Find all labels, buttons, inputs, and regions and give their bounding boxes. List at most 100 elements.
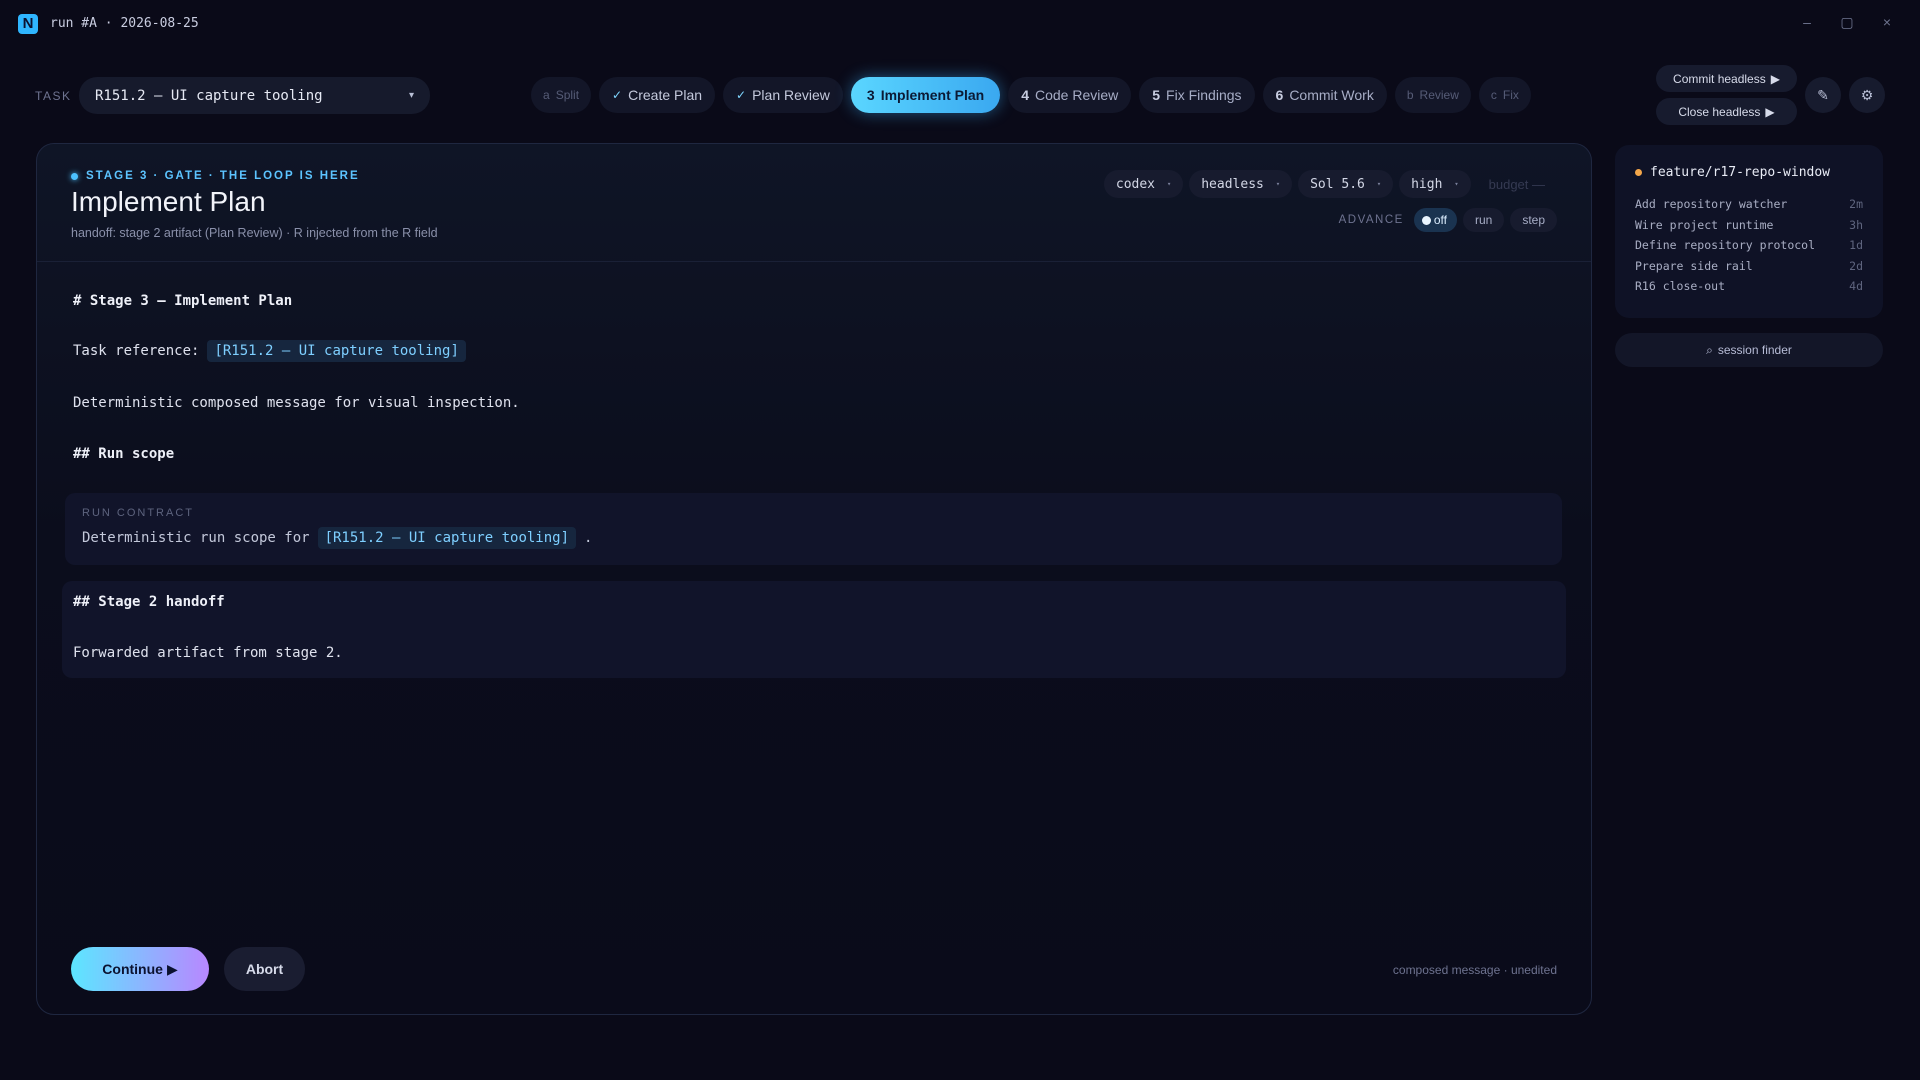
run-selectors: codex ▾ headless ▾ Sol 5.6 ▾ high ▾ budg… — [1103, 170, 1557, 198]
branch-name[interactable]: feature/r17-repo-window — [1635, 165, 1830, 180]
chevron-down-icon: ▾ — [1376, 180, 1382, 188]
play-icon: ▶ — [1765, 104, 1775, 119]
stage-number: 4 — [1021, 87, 1029, 103]
chevron-down-icon: ▾ — [1454, 180, 1459, 188]
app-logo-icon: N — [18, 14, 38, 34]
close-headless-button[interactable]: Close headless ▶ — [1656, 98, 1797, 125]
task-select-value: R151.2 — UI capture tooling — [95, 87, 323, 104]
toggle-knob-icon — [1421, 215, 1431, 225]
commit-headless-label: Commit headless — [1673, 71, 1766, 86]
advance-label: ADVANCE — [1338, 214, 1404, 226]
stage-label: Fix — [1502, 88, 1519, 102]
task-label: TASK — [35, 89, 72, 103]
commit-list: Add repository watcher 2m Wire project r… — [1635, 197, 1863, 300]
commit-row[interactable]: Wire project runtime 3h — [1635, 218, 1863, 239]
task-reference-label: Task reference: — [73, 343, 200, 359]
stage-key: b — [1406, 88, 1414, 102]
continue-label: Continue — [102, 961, 163, 977]
stage-tab-implement-plan[interactable]: 3 Implement Plan — [850, 77, 1001, 113]
run-contract-prefix: Deterministic run scope for — [82, 530, 310, 546]
commit-headless-button[interactable]: Commit headless ▶ — [1656, 65, 1797, 92]
stage-tab-fix[interactable]: c Fix — [1478, 77, 1531, 113]
message-description: Deterministic composed message for visua… — [73, 395, 520, 411]
task-reference: Task reference: [R151.2 — UI capture too… — [73, 340, 466, 362]
model-select[interactable]: Sol 5.6 ▾ — [1298, 170, 1394, 198]
commit-row[interactable]: Prepare side rail 2d — [1635, 259, 1863, 280]
window-controls: – ▢ × — [1800, 14, 1894, 31]
stage-label: Split — [555, 88, 580, 102]
advance-toggle-group: ADVANCE off run step — [1339, 208, 1557, 232]
pencil-icon: ✎ — [1817, 86, 1829, 103]
play-icon: ▶ — [166, 960, 178, 977]
run-contract-text: Deterministic run scope for [R151.2 — UI… — [82, 527, 592, 549]
advance-off-toggle[interactable]: off — [1413, 208, 1457, 232]
advance-run-option[interactable]: run — [1462, 208, 1505, 232]
agent-select[interactable]: codex ▾ — [1103, 170, 1184, 198]
minimize-icon[interactable]: – — [1800, 14, 1814, 31]
commit-row[interactable]: Define repository protocol 1d — [1635, 238, 1863, 259]
close-headless-label: Close headless — [1678, 104, 1761, 119]
budget-select[interactable]: budget — — [1477, 170, 1557, 198]
task-select[interactable]: R151.2 — UI capture tooling ▾ — [79, 77, 430, 114]
commit-age: 3h — [1849, 217, 1863, 232]
settings-button[interactable]: ⚙ — [1849, 77, 1885, 113]
branch-status-dot-icon — [1635, 169, 1642, 176]
commit-age: 2d — [1849, 258, 1863, 273]
stage-tab-fix-findings[interactable]: 5 Fix Findings — [1139, 77, 1255, 113]
commit-row[interactable]: R16 close-out 4d — [1635, 279, 1863, 300]
run-contract-suffix: . — [584, 530, 593, 546]
advance-step-label: step — [1522, 213, 1545, 227]
stage-label: Code Review — [1034, 87, 1119, 103]
title-bar: N run #A · 2026-08-25 – ▢ × — [0, 0, 1920, 48]
run-contract-card: RUN CONTRACT Deterministic run scope for… — [65, 493, 1562, 565]
stage-tab-create-plan[interactable]: ✓ Create Plan — [599, 77, 716, 113]
stage-tab-commit-work[interactable]: 6 Commit Work — [1262, 77, 1387, 113]
advance-off-label: off — [1433, 213, 1447, 227]
stage2-handoff-heading: ## Stage 2 handoff — [73, 594, 225, 610]
check-icon: ✓ — [612, 88, 623, 102]
run-contract-label: RUN CONTRACT — [82, 507, 194, 519]
commit-row[interactable]: Add repository watcher 2m — [1635, 197, 1863, 218]
effort-select[interactable]: high ▾ — [1399, 170, 1471, 198]
stage-key: a — [543, 88, 550, 102]
message-heading: # Stage 3 — Implement Plan — [73, 293, 293, 309]
session-finder-button[interactable]: ⌕ session finder — [1615, 333, 1883, 367]
stage-number: 3 — [866, 87, 875, 103]
session-finder-label: session finder — [1717, 343, 1792, 357]
stage2-handoff-text: Forwarded artifact from stage 2. — [73, 645, 343, 661]
stage-number: 5 — [1152, 87, 1161, 103]
stage-tab-plan-review[interactable]: ✓ Plan Review — [723, 77, 843, 113]
edit-button[interactable]: ✎ — [1805, 77, 1841, 113]
effort-select-value: high — [1411, 176, 1443, 192]
stage-panel: STAGE 3 · GATE · THE LOOP IS HERE Implem… — [36, 143, 1592, 1015]
abort-button[interactable]: Abort — [224, 947, 305, 991]
mode-select-value: headless — [1201, 176, 1264, 192]
commit-message: Prepare side rail — [1635, 258, 1753, 273]
play-icon: ▶ — [1770, 71, 1780, 86]
stage-tab-review[interactable]: b Review — [1394, 77, 1471, 113]
commit-message: R16 close-out — [1635, 279, 1726, 293]
advance-step-option[interactable]: step — [1510, 208, 1557, 232]
maximize-icon[interactable]: ▢ — [1840, 14, 1854, 31]
gear-icon: ⚙ — [1860, 86, 1874, 103]
stage-key: c — [1490, 88, 1497, 102]
check-icon: ✓ — [736, 88, 747, 102]
stage-label: Fix Findings — [1166, 87, 1242, 103]
mode-select[interactable]: headless ▾ — [1189, 170, 1293, 198]
branch-name-text: feature/r17-repo-window — [1650, 165, 1831, 180]
close-icon[interactable]: × — [1880, 14, 1894, 31]
commit-message: Wire project runtime — [1635, 217, 1774, 232]
continue-button[interactable]: Continue ▶ — [71, 947, 209, 991]
commit-age: 2m — [1849, 197, 1863, 211]
task-reference-chip[interactable]: [R151.2 — UI capture tooling] — [207, 340, 466, 362]
run-contract-chip[interactable]: [R151.2 — UI capture tooling] — [317, 527, 577, 549]
eyebrow-text: STAGE 3 · GATE · THE LOOP IS HERE — [86, 170, 360, 182]
stage-tab-code-review[interactable]: 4 Code Review — [1008, 77, 1132, 113]
stage-number: 6 — [1275, 87, 1284, 103]
commit-age: 4d — [1849, 279, 1863, 293]
status-dot-icon — [71, 172, 78, 180]
window-title: run #A · 2026-08-25 — [50, 16, 199, 31]
commit-message: Define repository protocol — [1635, 238, 1816, 252]
stage-tab-split[interactable]: a Split — [531, 77, 592, 113]
chevron-down-icon: ▾ — [408, 90, 414, 101]
